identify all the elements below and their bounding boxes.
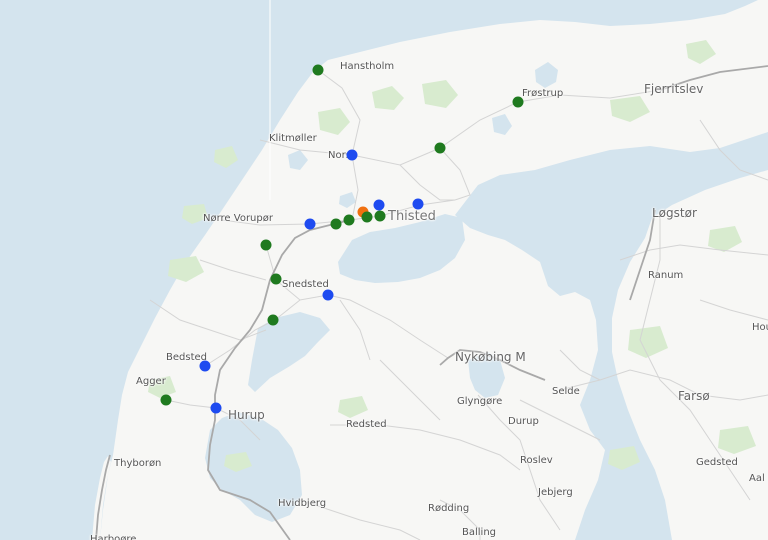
map-marker[interactable] — [343, 214, 355, 226]
map-marker[interactable] — [512, 96, 524, 108]
map-marker[interactable] — [160, 394, 172, 406]
place-label-klitmøller: Klitmøller — [269, 133, 317, 144]
place-label-rødding: Rødding — [428, 503, 470, 514]
map-view[interactable]: Hanstholm Frøstrup Fjerritslev Klitmøller No… — [0, 0, 768, 540]
map-marker[interactable] — [412, 198, 424, 210]
place-label-løgstør: Løgstør — [652, 206, 697, 220]
map-marker[interactable] — [322, 289, 334, 301]
place-label-roslev: Roslev — [520, 455, 553, 466]
place-label-fjerritslev: Fjerritslev — [644, 82, 704, 96]
place-label-hvidbjerg: Hvidbjerg — [278, 498, 327, 509]
map-marker[interactable] — [346, 149, 358, 161]
map-marker[interactable] — [361, 211, 373, 223]
place-label-balling: Balling — [462, 527, 497, 538]
place-label-thyborøn: Thyborøn — [114, 458, 162, 469]
place-label-frøstrup: Frøstrup — [522, 88, 564, 99]
place-label-hou: Hou — [752, 322, 768, 333]
place-label-hanstholm: Hanstholm — [340, 61, 395, 72]
place-label-harboøre: Harboøre — [90, 534, 137, 540]
place-label-aal: Aal — [749, 473, 765, 484]
place-label-thisted: Thisted — [388, 209, 436, 224]
place-label-snedsted: Snedsted — [282, 279, 329, 290]
map-marker[interactable] — [312, 64, 324, 76]
place-label-redsted: Redsted — [346, 419, 387, 430]
place-label-hurup: Hurup — [228, 408, 265, 422]
place-label-gedsted: Gedsted — [696, 457, 738, 468]
map-marker[interactable] — [270, 273, 282, 285]
place-label-durup: Durup — [508, 416, 539, 427]
map-marker[interactable] — [260, 239, 272, 251]
map-marker[interactable] — [267, 314, 279, 326]
place-label-nørre-vorupør: Nørre Vorupør — [203, 213, 273, 224]
map-marker[interactable] — [373, 199, 385, 211]
map-marker[interactable] — [304, 218, 316, 230]
place-label-ranum: Ranum — [648, 270, 684, 281]
map-marker[interactable] — [330, 218, 342, 230]
place-label-glyngøre: Glyngøre — [457, 396, 503, 407]
place-label-nykøbing-m: Nykøbing M — [455, 350, 526, 364]
map-marker[interactable] — [199, 360, 211, 372]
place-label-selde: Selde — [552, 386, 580, 397]
map-marker[interactable] — [210, 402, 222, 414]
place-label-farsø: Farsø — [678, 389, 710, 403]
map-marker[interactable] — [374, 210, 386, 222]
place-label-agger: Agger — [136, 376, 166, 387]
place-label-jebjerg: Jebjerg — [538, 487, 573, 498]
map-marker[interactable] — [434, 142, 446, 154]
